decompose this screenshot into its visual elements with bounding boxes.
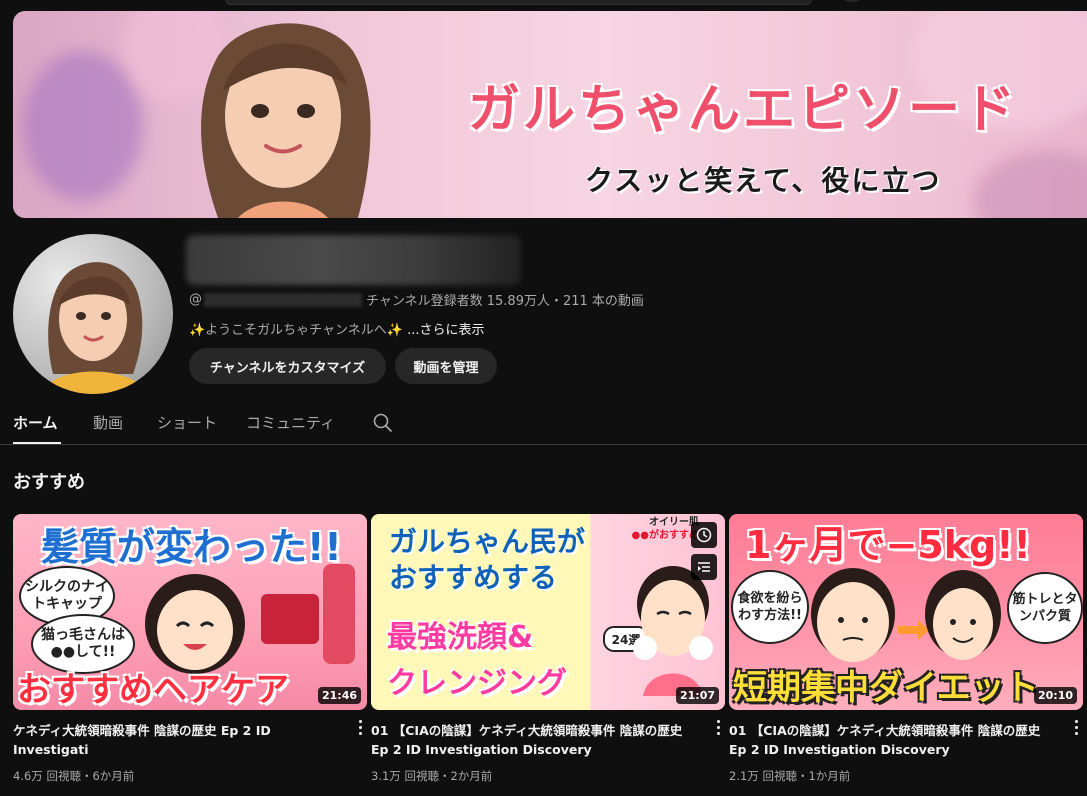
thumbnail-character [145,574,245,674]
video-title[interactable]: 01 【CIAの陰謀】ケネディ大統領暗殺事件 陰謀の歴史 Ep 2 ID Inv… [729,721,1059,759]
video-title[interactable]: 01 【CIAの陰謀】ケネディ大統領暗殺事件 陰謀の歴史 Ep 2 ID Inv… [371,721,701,759]
thumbnail-bubble: 筋トレとタンパク質 [1007,572,1083,644]
thumbnail-corner-text: オイリー肌 ●●がおすすめ [632,516,699,542]
handle-prefix: @ [189,292,202,307]
thumbnail-line: クレンジング [387,666,567,701]
tab-videos[interactable]: 動画 [93,412,123,433]
channel-tabs: ホーム 動画 ショート コミュニティ [0,402,1087,445]
banner-flower-decoration [23,51,143,201]
channel-name-redacted [186,235,521,285]
video-thumbnail[interactable]: 髪質が変わった!! シルクのナイトキャップ 猫っ毛さんは●●して!! おすすめヘ… [13,514,367,710]
avatar-illustration [41,262,148,394]
thumbnail-line: 最強洗顔& [387,620,534,655]
channel-description[interactable]: ✨ようこそガルちゃチャンネルへ✨ ...さらに表示 [189,319,485,338]
video-duration: 20:10 [1033,687,1077,704]
show-more-link[interactable]: ...さらに表示 [407,323,484,338]
thumbnail-line: ガルちゃん民が [389,525,586,558]
clock-icon[interactable] [691,522,717,548]
video-card[interactable]: 髪質が変わった!! シルクのナイトキャップ 猫っ毛さんは●●して!! おすすめヘ… [13,514,369,783]
video-duration: 21:07 [675,687,719,704]
customize-channel-button[interactable]: チャンネルをカスタマイズ [189,348,386,384]
thumbnail-caption: おすすめヘアケア [17,670,289,710]
thumbnail-characters [811,568,1001,662]
banner-subtitle: クスッと笑えて、役に立つ [585,164,942,197]
search-bar-edge[interactable] [225,0,812,5]
channel-stats: チャンネル登録者数 15.89万人・211 本の動画 [366,294,644,309]
video-duration: 21:46 [317,687,361,704]
thumbnail-line: おすすめする [389,561,558,594]
tab-community[interactable]: コミュニティ [246,412,335,433]
description-text: ✨ようこそガルちゃチャンネルへ✨ [189,323,403,338]
channel-meta: @ チャンネル登録者数 15.89万人・211 本の動画 [189,290,644,309]
queue-icon[interactable] [691,554,717,580]
tab-home[interactable]: ホーム [13,412,58,433]
banner-title: ガルちゃんエピソード [468,80,1019,140]
mic-button-edge[interactable] [840,0,864,2]
search-icon[interactable] [372,412,394,434]
kebab-icon[interactable] [357,720,363,738]
video-meta: 2.1万 回視聴・1か月前 [729,769,851,783]
thumbnail-bubble: 食欲を紛らわす方法!! [731,570,809,644]
top-bar-remnant [0,0,1087,6]
banner-illustration [201,23,371,218]
manage-videos-button[interactable]: 動画を管理 [395,348,497,384]
video-thumbnail[interactable]: ガルちゃん民が おすすめする 最強洗顔& クレンジング 24選 オイリー肌 ●●… [371,514,725,710]
video-meta: 3.1万 回視聴・2か月前 [371,769,493,783]
thumbnail-headline: 髪質が変わった!! [41,525,342,569]
channel-handle-redacted [204,292,362,307]
tab-shorts[interactable]: ショート [157,412,217,433]
channel-avatar[interactable] [13,234,173,394]
video-card[interactable]: 1ヶ月で−5kg!! 食欲を紛らわす方法!! 筋トレとタンパク質 短期集中ダイエ… [729,514,1085,783]
corner-line: オイリー肌 [649,517,699,528]
video-meta: 4.6万 回視聴・6か月前 [13,769,135,783]
kebab-icon[interactable] [715,720,721,738]
thumbnail-caption: 短期集中ダイエット [733,668,1039,708]
video-card[interactable]: ガルちゃん民が おすすめする 最強洗顔& クレンジング 24選 オイリー肌 ●●… [371,514,727,783]
kebab-icon[interactable] [1073,720,1079,738]
corner-line: ●●がおすすめ [631,530,699,541]
product-jar [261,594,319,644]
thumbnail-headline: 1ヶ月で−5kg!! [745,523,1031,567]
channel-banner: ガルちゃんエピソード クスッと笑えて、役に立つ [13,11,1087,218]
active-tab-indicator [13,442,61,444]
banner-flower-decoration [973,151,1087,218]
product-bottle [323,564,355,664]
video-title[interactable]: ケネディ大統領暗殺事件 陰謀の歴史 Ep 2 ID Investigati [13,721,343,759]
section-title: おすすめ [13,472,85,493]
video-thumbnail[interactable]: 1ヶ月で−5kg!! 食欲を紛らわす方法!! 筋トレとタンパク質 短期集中ダイエ… [729,514,1083,710]
